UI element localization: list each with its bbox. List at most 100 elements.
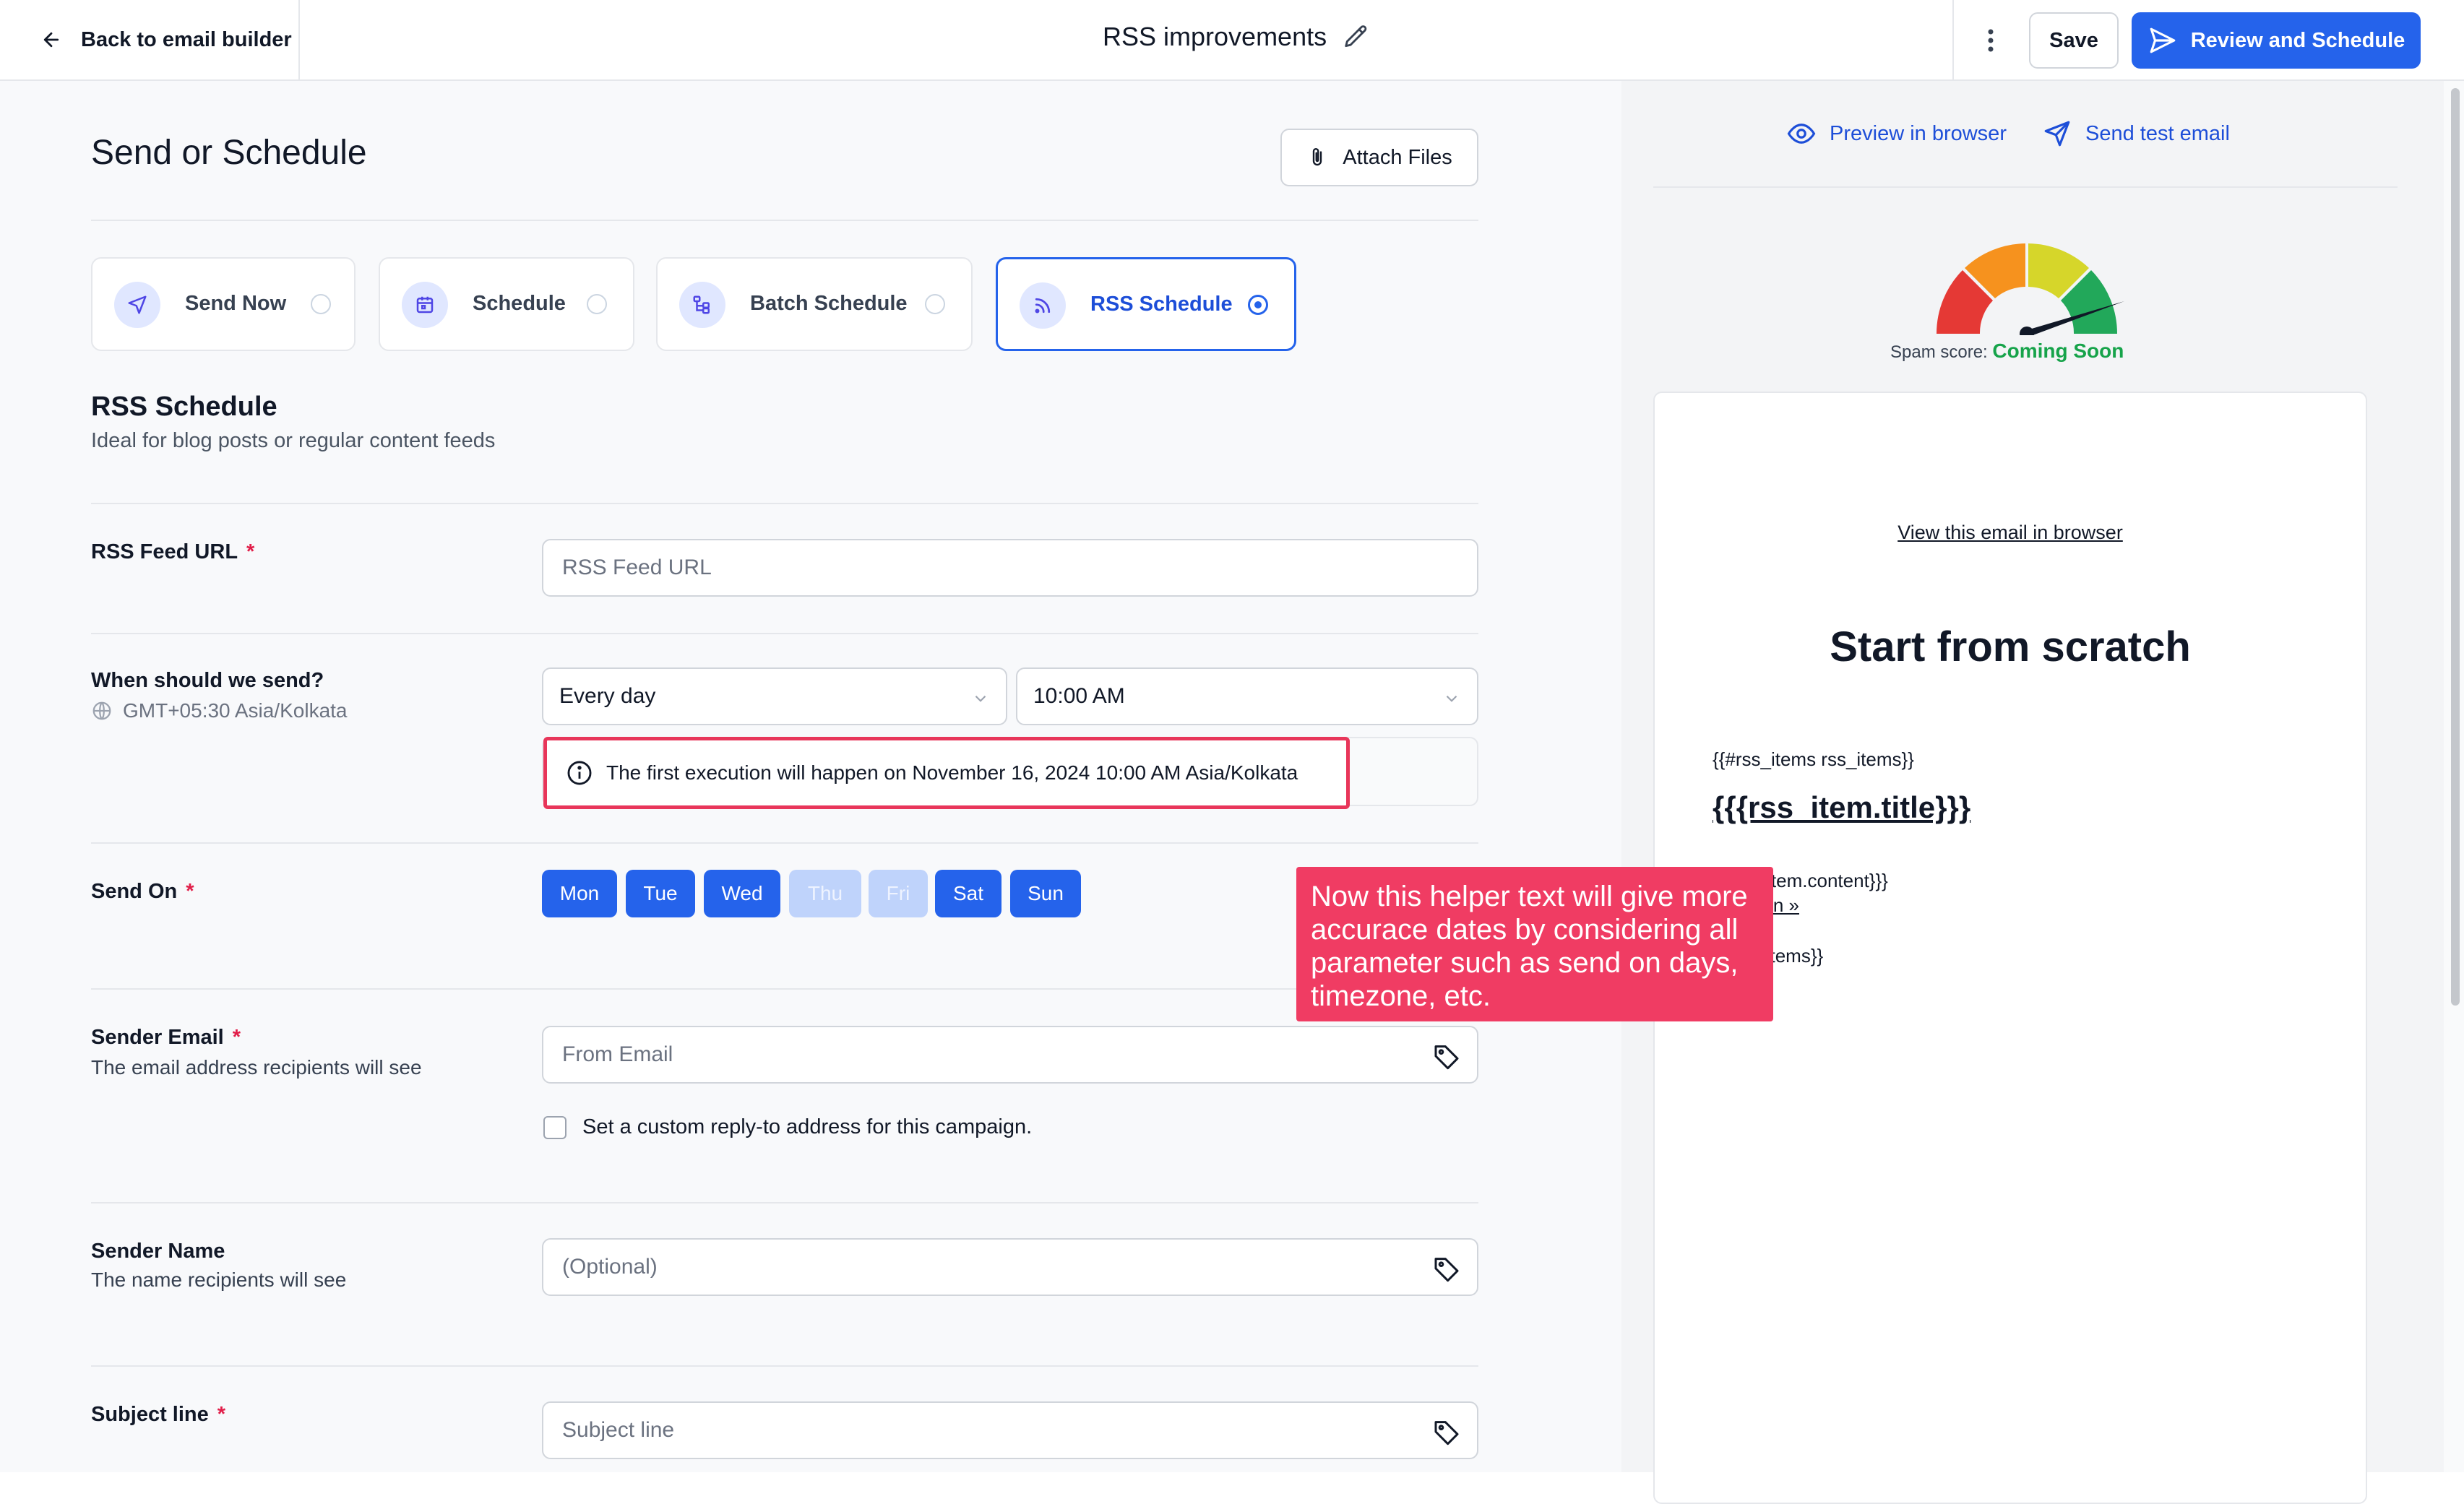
review-and-schedule-button[interactable]: Review and Schedule [2132, 12, 2421, 69]
rss-icon [1020, 282, 1066, 329]
rss-url-label: RSS Feed URL * [91, 540, 254, 564]
day-fri[interactable]: Fri [869, 870, 928, 917]
day-thu[interactable]: Thu [789, 870, 861, 917]
send-icon [114, 282, 160, 328]
day-wed[interactable]: Wed [704, 870, 780, 917]
section-subtitle: Ideal for blog posts or regular content … [91, 429, 496, 452]
title-text: RSS improvements [1103, 22, 1327, 51]
email-preview-panel: Preview in browser Send test email Spam … [1621, 81, 2444, 1504]
chevron-down-icon [975, 695, 986, 702]
preview-in-browser-label: Preview in browser [1830, 121, 2007, 145]
mode-label: Batch Schedule [750, 292, 908, 315]
sender-email-label-text: Sender Email [91, 1026, 224, 1049]
send-icon [2044, 121, 2070, 147]
day-sun[interactable]: Sun [1010, 870, 1081, 917]
schedule-panel: Send or Schedule Attach Files Send Now S… [0, 81, 1621, 1472]
more-options-icon[interactable] [1980, 25, 2002, 56]
view-in-browser-link[interactable]: View this email in browser [1655, 522, 2366, 544]
pencil-icon[interactable] [1343, 23, 1370, 51]
mode-radio[interactable] [311, 294, 331, 314]
divider [91, 633, 1478, 634]
time-select[interactable]: 10:00 AM [1016, 667, 1478, 725]
reply-to-option[interactable]: Set a custom reply-to address for this c… [543, 1115, 1032, 1139]
required-mark: * [217, 1403, 226, 1426]
send-test-label: Send test email [2085, 121, 2230, 145]
day-sat[interactable]: Sat [935, 870, 1001, 917]
rss-url-label-text: RSS Feed URL [91, 540, 238, 563]
document-title: RSS improvements [1103, 22, 1370, 52]
send-icon [2150, 27, 2176, 53]
batch-icon [679, 282, 725, 328]
subject-label: Subject line * [91, 1403, 225, 1427]
rss-url-placeholder: RSS Feed URL [562, 556, 712, 579]
mode-label: RSS Schedule [1090, 293, 1233, 316]
tag-icon[interactable] [1432, 1417, 1461, 1446]
divider [91, 503, 1478, 504]
attach-label: Attach Files [1343, 145, 1452, 169]
section-title: RSS Schedule [91, 392, 277, 422]
sender-name-label: Sender Name [91, 1240, 225, 1263]
spam-score: Spam score: Coming Soon [1890, 340, 2124, 363]
frequency-select[interactable]: Every day [542, 667, 1007, 725]
reply-to-checkbox[interactable] [543, 1115, 567, 1139]
annotation-callout: Now this helper text will give more accu… [1296, 867, 1773, 1021]
sender-email-label: Sender Email * [91, 1026, 241, 1050]
sender-name-input[interactable]: (Optional) [542, 1238, 1478, 1296]
template-item-title[interactable]: {{{rss_item.title}}} [1713, 790, 1970, 825]
info-text: The first execution will happen on Novem… [606, 761, 1298, 784]
send-on-label: Send On * [91, 880, 194, 904]
required-mark: * [246, 540, 255, 563]
timezone-text: GMT+05:30 Asia/Kolkata [91, 699, 348, 722]
spam-label: Spam score: [1890, 342, 1988, 362]
subject-input[interactable]: Subject line [542, 1401, 1478, 1459]
timezone-value: GMT+05:30 Asia/Kolkata [123, 699, 348, 722]
attach-files-button[interactable]: Attach Files [1280, 129, 1478, 186]
required-mark: * [186, 880, 194, 903]
divider [298, 0, 300, 79]
page-title: Send or Schedule [91, 134, 367, 172]
first-execution-info: The first execution will happen on Novem… [543, 737, 1350, 809]
mode-radio-selected[interactable] [1248, 295, 1268, 315]
globe-icon [92, 701, 111, 720]
subject-placeholder: Subject line [562, 1418, 675, 1442]
day-tue[interactable]: Tue [626, 870, 695, 917]
mode-label: Schedule [473, 292, 566, 315]
subject-label-text: Subject line [91, 1403, 209, 1426]
mode-radio[interactable] [587, 294, 607, 314]
mode-radio[interactable] [925, 294, 945, 314]
sender-email-input[interactable]: From Email [542, 1026, 1478, 1084]
sender-name-sub: The name recipients will see [91, 1269, 347, 1291]
scrollbar-thumb[interactable] [2451, 88, 2460, 1006]
divider [91, 1365, 1478, 1367]
arrow-left-icon [43, 32, 59, 48]
when-label: When should we send? [91, 669, 324, 692]
divider [91, 1202, 1478, 1203]
back-to-builder-button[interactable]: Back to email builder [40, 0, 292, 79]
mode-schedule[interactable]: Schedule [379, 257, 634, 351]
send-test-email-link[interactable]: Send test email [2042, 118, 2230, 149]
day-mon[interactable]: Mon [542, 870, 617, 917]
required-mark: * [232, 1026, 241, 1049]
tag-icon[interactable] [1432, 1042, 1461, 1071]
email-heading: Start from scratch [1830, 623, 2191, 670]
frequency-value: Every day [559, 684, 656, 708]
eye-icon [1787, 124, 1816, 144]
info-icon [567, 761, 592, 785]
divider [91, 988, 1478, 990]
save-button[interactable]: Save [2029, 12, 2119, 69]
rss-url-input[interactable]: RSS Feed URL [542, 539, 1478, 597]
mode-send-now[interactable]: Send Now [91, 257, 356, 351]
template-line: {{#rss_items rss_items}} [1713, 748, 1914, 770]
send-on-label-text: Send On [91, 880, 178, 903]
preview-in-browser-link[interactable]: Preview in browser [1786, 118, 2007, 149]
spam-score-gauge [1936, 243, 2124, 335]
divider [1653, 186, 2398, 188]
spam-value: Coming Soon [1992, 340, 2124, 362]
review-label: Review and Schedule [2190, 28, 2405, 52]
mode-batch-schedule[interactable]: Batch Schedule [656, 257, 973, 351]
time-value: 10:00 AM [1033, 684, 1125, 708]
divider [91, 842, 1478, 844]
mode-rss-schedule[interactable]: RSS Schedule [996, 257, 1296, 351]
top-bar: Back to email builder RSS improvements S… [0, 0, 2464, 81]
tag-icon[interactable] [1432, 1254, 1461, 1283]
